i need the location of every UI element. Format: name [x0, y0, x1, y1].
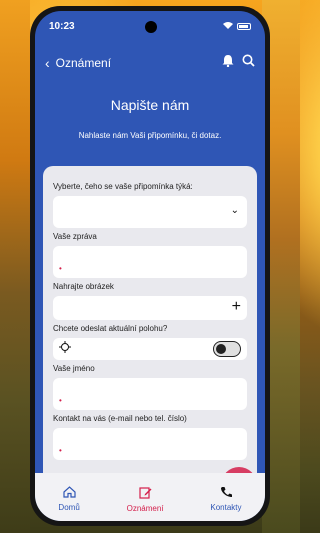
chevron-down-icon: ⌄: [230, 205, 239, 216]
bell-icon[interactable]: [222, 54, 234, 72]
home-icon: [62, 486, 76, 501]
wifi-icon: [223, 21, 233, 32]
upload-field[interactable]: +: [53, 296, 247, 320]
nav-label-contacts: Kontakty: [210, 503, 242, 512]
nav-label-announcements: Oznámení: [126, 503, 164, 513]
camera-notch: [145, 21, 157, 33]
hero: Napište nám Nahlaste nám Vaši připomínku…: [35, 91, 265, 140]
category-select[interactable]: ⌄: [53, 196, 247, 228]
nav-item-home[interactable]: Domů: [58, 486, 80, 512]
name-field[interactable]: •: [53, 378, 247, 410]
required-marker: •: [59, 264, 62, 273]
back-icon[interactable]: ‹: [45, 55, 50, 71]
bottom-nav: Domů Oznámení Kontakty: [35, 473, 265, 521]
contact-label: Kontakt na vás (e-mail nebo tel. číslo): [53, 414, 187, 423]
nav-item-announcements[interactable]: Oznámení: [127, 486, 164, 513]
nav-item-contacts[interactable]: Kontakty: [210, 486, 242, 512]
location-label: Chcete odeslat aktuální polohu?: [53, 324, 168, 333]
toggle-knob: [216, 344, 226, 354]
app-actions: [222, 54, 255, 72]
status-time: 10:23: [49, 20, 75, 32]
required-marker: •: [59, 396, 62, 405]
nav-label-home: Domů: [58, 503, 80, 512]
search-icon[interactable]: [242, 54, 255, 72]
location-toggle[interactable]: [213, 341, 241, 357]
hero-title: Napište nám: [110, 97, 190, 113]
battery-icon: [237, 22, 251, 30]
location-row: [53, 338, 247, 360]
form-card: Vyberte, čeho se vaše připomínka týká: ⌄…: [43, 166, 257, 486]
phone-icon: [220, 486, 232, 501]
contact-field[interactable]: •: [53, 428, 247, 460]
phone-frame: 10:23 ‹ Oznámení Napište nám Nahlaste ná…: [30, 6, 270, 526]
wallpaper-left: [0, 0, 30, 533]
upload-label: Nahrajte obrázek: [53, 282, 114, 291]
message-label: Vaše zpráva: [53, 232, 97, 241]
category-label: Vyberte, čeho se vaše připomínka týká:: [53, 182, 193, 191]
app-screen: 10:23 ‹ Oznámení Napište nám Nahlaste ná…: [35, 11, 265, 521]
app-bar: ‹ Oznámení: [35, 47, 265, 79]
required-marker: •: [59, 446, 62, 455]
page-title: Oznámení: [55, 56, 112, 70]
hero-subtitle: Nahlaste nám Vaši připomínku, či dotaz.: [78, 131, 222, 140]
edit-icon: [138, 486, 152, 502]
name-label: Vaše jméno: [53, 364, 95, 373]
crosshair-icon: [59, 340, 71, 358]
status-icons: [223, 21, 251, 32]
plus-icon[interactable]: +: [232, 298, 241, 316]
message-field[interactable]: •: [53, 246, 247, 278]
